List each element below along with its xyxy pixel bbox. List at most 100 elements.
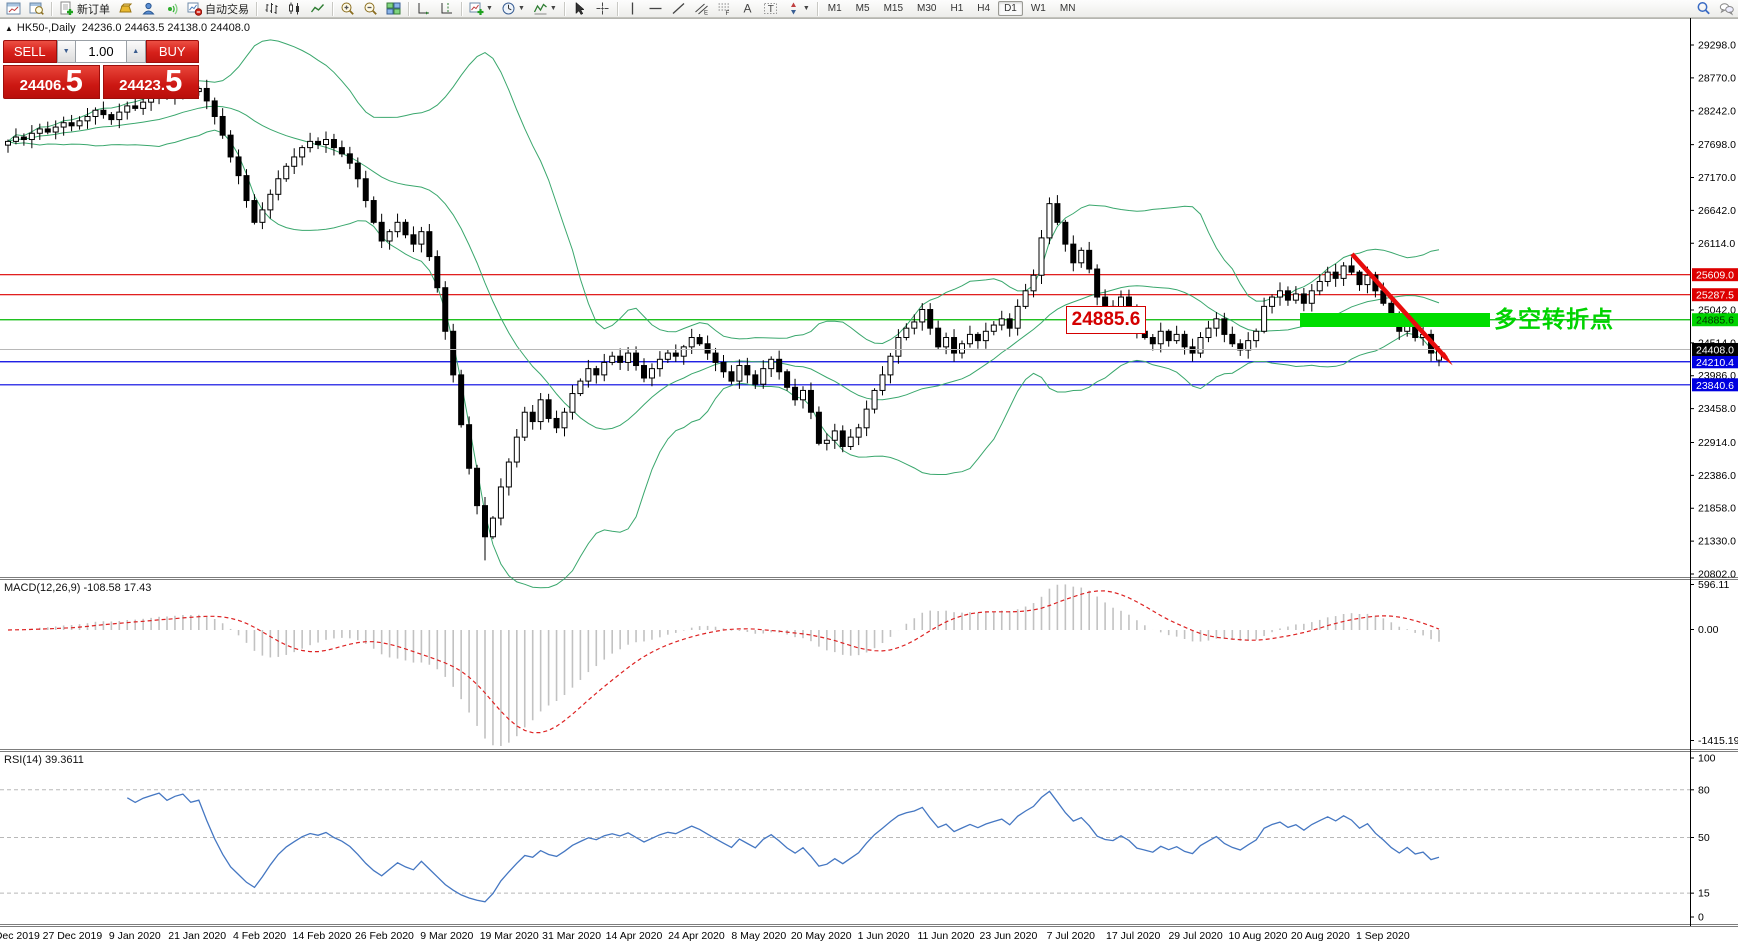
bull-candle	[895, 337, 902, 357]
date-label: 1 Sep 2020	[1356, 930, 1410, 942]
chevron-down-icon: ▼	[486, 5, 493, 12]
line-chart-icon	[310, 1, 325, 16]
svg-text:28242.0: 28242.0	[1698, 105, 1736, 117]
bear-candle	[1221, 318, 1228, 335]
zoom-out-icon	[363, 1, 378, 16]
date-axis[interactable]: 13 Dec 201927 Dec 2019 9 Jan 2020 21 Jan 2…	[0, 930, 1410, 942]
auto-scroll-button[interactable]	[412, 0, 435, 18]
buy-button[interactable]: BUY	[145, 40, 199, 63]
rsi-line	[126, 790, 1440, 903]
price-axis[interactable]: 29298.0 28770.0 28242.0 27698.0 27170.0 26642…	[1690, 40, 1736, 581]
bull-candle	[394, 221, 401, 233]
bear-candle	[807, 389, 814, 413]
bear-candle	[839, 430, 846, 447]
bull-candle	[1324, 271, 1331, 282]
timeframe-h1-button[interactable]: H1	[944, 1, 969, 16]
new-chart-button[interactable]	[2, 0, 25, 18]
cursor-icon	[572, 1, 587, 16]
community-button[interactable]	[137, 0, 160, 18]
bear-candle	[132, 105, 139, 109]
bear-candle	[1054, 203, 1061, 223]
crosshair-tool[interactable]	[591, 0, 614, 18]
signals-button[interactable]	[160, 0, 183, 18]
autotrading-button[interactable]: 自动交易	[183, 0, 253, 18]
chart-canvas[interactable]: 29298.0 28770.0 28242.0 27698.0 27170.0 26642…	[0, 0, 1738, 945]
chart-shift-button[interactable]	[435, 0, 458, 18]
bear-candle	[672, 352, 679, 357]
support-line-1-label: 24210.4	[1696, 357, 1734, 369]
turning-point-text[interactable]: 多空转折点	[1494, 300, 1614, 334]
arrows-tool[interactable]: ▼	[782, 0, 814, 18]
collapse-icon[interactable]: ▲	[5, 24, 13, 33]
templates-dropdown[interactable]: ▼	[529, 0, 561, 18]
trendline-tool[interactable]	[667, 0, 690, 18]
rsi-axis-label: 0	[1698, 912, 1704, 924]
bull-candle	[521, 411, 528, 438]
trendline-icon	[671, 1, 686, 16]
macd-axis-label: 596.11	[1698, 579, 1729, 591]
new-order-button[interactable]: 新订单	[55, 0, 114, 18]
equidistant-channel-tool[interactable]: E	[690, 0, 713, 18]
timeframe-w1-button[interactable]: W1	[1025, 1, 1052, 16]
zoom-out-button[interactable]	[359, 0, 382, 18]
line-chart-button[interactable]	[306, 0, 329, 18]
zoom-in-button[interactable]	[336, 0, 359, 18]
text-icon: A	[740, 1, 755, 16]
bear-candle	[728, 371, 735, 382]
sell-price-button[interactable]: 24406. 5	[3, 65, 100, 99]
lot-decrease-button[interactable]: ▼	[56, 40, 76, 63]
timeframe-d1-button[interactable]: D1	[998, 1, 1023, 16]
text-tool[interactable]: A	[736, 0, 759, 18]
bear-candle	[219, 115, 226, 136]
tile-windows-button[interactable]	[382, 0, 405, 18]
bull-candle	[982, 330, 989, 342]
search-button[interactable]	[1692, 0, 1715, 18]
lot-increase-button[interactable]: ▲	[126, 40, 146, 63]
bear-candle	[458, 374, 465, 426]
bear-candle	[935, 327, 942, 348]
bear-candle	[251, 200, 258, 223]
chat-button[interactable]	[1715, 0, 1738, 18]
bear-candle	[1332, 271, 1339, 279]
bear-candle	[545, 399, 552, 419]
timeframe-mn-button[interactable]: MN	[1054, 1, 1082, 16]
horizontal-line-tool[interactable]	[644, 0, 667, 18]
periods-dropdown[interactable]: ▼	[497, 0, 529, 18]
bull-candle	[1245, 340, 1252, 351]
candlestick-chart-button[interactable]	[283, 0, 306, 18]
timeframe-m15-button[interactable]: M15	[878, 1, 909, 16]
timeframe-m1-button[interactable]: M1	[822, 1, 848, 16]
date-label: 24 Apr 2020	[668, 930, 725, 942]
bull-candle	[1277, 290, 1283, 298]
resistance-line-1-label: 25609.0	[1696, 270, 1734, 282]
chat-icon	[1719, 1, 1734, 16]
bear-candle	[426, 231, 433, 258]
date-label: 27 Dec 2019	[43, 930, 103, 942]
bull-candle	[855, 427, 862, 438]
cursor-tool[interactable]	[568, 0, 591, 18]
bear-candle	[235, 156, 242, 177]
vertical-line-tool[interactable]	[621, 0, 644, 18]
bar-chart-button[interactable]	[260, 0, 283, 18]
fibonacci-tool[interactable]: F	[713, 0, 736, 18]
chart-annotations[interactable]	[1300, 252, 1490, 366]
buy-price-button[interactable]: 24423. 5	[102, 65, 199, 99]
price-callout-label[interactable]: 24885.6	[1066, 306, 1146, 334]
sell-button[interactable]: SELL	[3, 40, 57, 63]
lot-size-input[interactable]	[76, 40, 126, 63]
profiles-button[interactable]	[25, 0, 48, 18]
svg-text:26114.0: 26114.0	[1698, 238, 1735, 250]
svg-text:26642.0: 26642.0	[1698, 205, 1736, 217]
market-watch-gold-button[interactable]	[114, 0, 137, 18]
bull-candle	[879, 374, 886, 391]
bull-candle	[116, 111, 123, 121]
bull-candle	[52, 126, 59, 133]
text-label-tool[interactable]: T	[759, 0, 782, 18]
timeframe-m30-button[interactable]: M30	[911, 1, 942, 16]
community-icon	[141, 1, 156, 16]
horizontal-line-objects[interactable]	[0, 274, 1690, 386]
timeframe-m5-button[interactable]: M5	[850, 1, 876, 16]
new-chart-dropdown[interactable]: ▼	[465, 0, 497, 18]
date-label: 31 Mar 2020	[542, 930, 601, 942]
timeframe-h4-button[interactable]: H4	[971, 1, 996, 16]
